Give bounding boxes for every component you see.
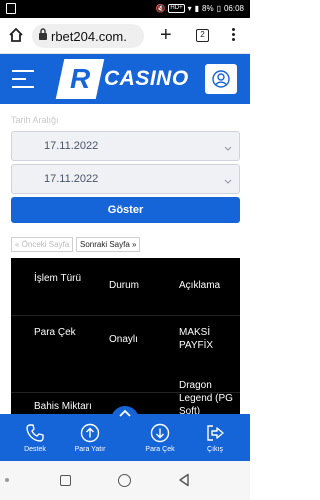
battery-icon: ▯ xyxy=(216,4,221,13)
chevron-down-icon xyxy=(223,174,233,192)
clock: 06:08 xyxy=(223,4,244,13)
end-date-value: 17.11.2022 xyxy=(44,173,99,185)
tab-switcher-button[interactable]: 2 xyxy=(196,29,209,42)
logout-icon xyxy=(190,422,240,444)
logo-text: CASINO xyxy=(104,67,189,90)
deposit-nav-item[interactable]: Para Yatır xyxy=(65,422,115,453)
chevron-down-icon xyxy=(223,141,233,159)
nav-label: Çıkış xyxy=(207,446,223,453)
logout-nav-item[interactable]: Çıkış xyxy=(190,422,240,453)
user-icon xyxy=(212,70,230,88)
hd-badge: HD+ xyxy=(168,4,185,13)
start-date-value: 17.11.2022 xyxy=(44,140,99,152)
arrow-down-circle-icon xyxy=(135,422,185,444)
site-header: R CASINO xyxy=(0,54,250,104)
withdraw-nav-item[interactable]: Para Çek xyxy=(135,422,185,453)
indicator-dot xyxy=(5,478,9,482)
date-range-label: Tarih Aralığı xyxy=(11,115,59,125)
next-page-button[interactable]: Sonraki Sayfa » xyxy=(76,237,141,252)
url-text: rbet204.com. xyxy=(51,28,127,44)
status-icons: 🔇 HD+ ▾ ▮ 8% ▯ 06:08 xyxy=(155,4,244,13)
lock-icon xyxy=(38,27,48,45)
nav-label: Para Çek xyxy=(145,446,175,453)
browser-toolbar: rbet204.com. + 2 xyxy=(0,18,250,54)
table-header-row: İşlem Türü Durum Açıklama xyxy=(11,258,240,316)
new-tab-icon[interactable]: + xyxy=(160,25,172,45)
address-bar[interactable]: rbet204.com. xyxy=(32,24,144,48)
logo-mark: R xyxy=(55,59,105,99)
status-bar: 🔇 HD+ ▾ ▮ 8% ▯ 06:08 xyxy=(0,0,250,18)
table-cell: Bahis Miktarı xyxy=(34,401,92,412)
column-header: Durum xyxy=(109,280,140,291)
arrow-up-circle-icon xyxy=(65,422,115,444)
table-cell: Para Çek xyxy=(34,327,76,338)
table-cell: Onaylı xyxy=(109,334,138,345)
more-menu-icon[interactable] xyxy=(232,28,236,44)
back-icon[interactable] xyxy=(178,473,190,492)
column-header: Açıklama xyxy=(179,280,221,291)
chevron-up-icon xyxy=(119,409,131,417)
table-cell: MAKSİ PAYFİX xyxy=(179,327,214,351)
mute-icon: 🔇 xyxy=(155,4,166,13)
recent-apps-icon[interactable] xyxy=(60,475,71,486)
show-button[interactable]: Göster xyxy=(11,197,240,223)
hamburger-menu-icon[interactable] xyxy=(12,70,34,94)
expand-up-button[interactable] xyxy=(111,406,139,428)
home-icon[interactable] xyxy=(8,27,24,48)
wifi-icon: ▾ xyxy=(187,4,192,13)
home-button-icon[interactable] xyxy=(118,474,131,487)
notification-icon xyxy=(6,3,16,14)
nav-label: Para Yatır xyxy=(74,446,106,453)
signal-icon: ▮ xyxy=(194,4,199,13)
table-cell: Dragon Legend (PG Soft) xyxy=(179,380,233,417)
support-nav-item[interactable]: Destek xyxy=(10,422,60,453)
nav-label: Destek xyxy=(24,446,46,453)
transactions-table: İşlem Türü Durum Açıklama Para Çek Onayl… xyxy=(11,258,240,418)
previous-page-button[interactable]: « Önceki Sayfa xyxy=(11,237,74,252)
battery-percent: 8% xyxy=(202,4,214,13)
column-header: İşlem Türü xyxy=(34,273,82,284)
system-navigation-bar xyxy=(0,461,250,500)
phone-icon xyxy=(10,422,60,444)
site-logo[interactable]: R CASINO xyxy=(55,59,189,99)
start-date-field[interactable]: 17.11.2022 xyxy=(11,131,240,161)
screen: 🔇 HD+ ▾ ▮ 8% ▯ 06:08 rbet204.com. + 2 R … xyxy=(0,0,250,500)
end-date-field[interactable]: 17.11.2022 xyxy=(11,164,240,194)
user-account-button[interactable] xyxy=(205,64,237,94)
